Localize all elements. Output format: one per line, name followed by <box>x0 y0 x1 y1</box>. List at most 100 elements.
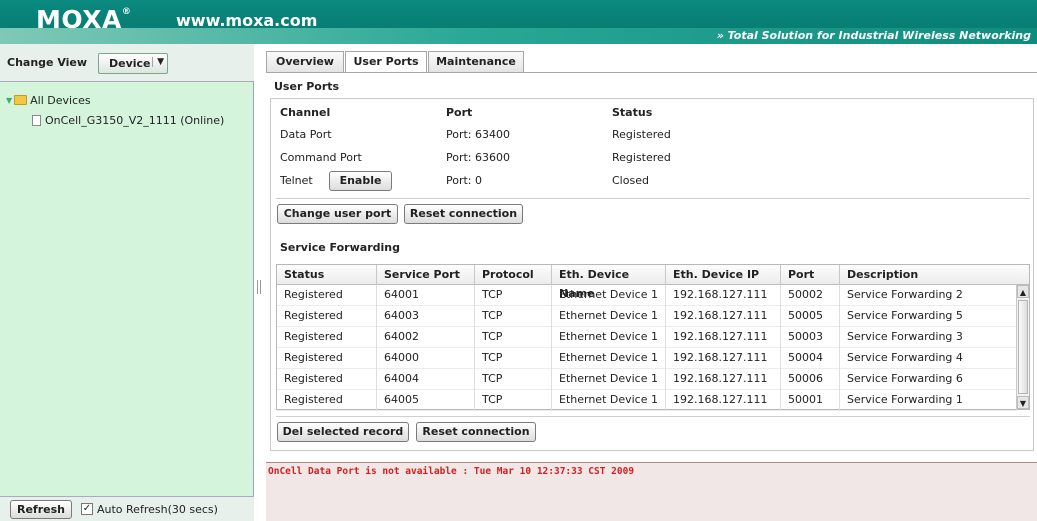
cell-protocol: TCP <box>475 348 552 369</box>
tree-node-device[interactable]: OnCell_G3150_V2_1111 (Online) <box>6 110 224 130</box>
user-ports-title: User Ports <box>274 80 340 93</box>
registered-mark: ® <box>121 7 132 17</box>
cell-device-name: Ethernet Device 1 <box>552 327 666 348</box>
cell-port: 50002 <box>781 285 840 306</box>
service-forwarding-grid: Status Service Port Protocol Eth. Device… <box>276 264 1030 411</box>
grid-header-status[interactable]: Status <box>277 265 377 285</box>
tab-overview[interactable]: Overview <box>266 51 344 72</box>
change-view-label: Change View <box>7 56 88 69</box>
reset-connection-forwarding-button[interactable]: Reset connection <box>416 422 536 442</box>
device-sidebar: Change View Device ▼ ▼ All Devices OnCel… <box>0 44 254 521</box>
cell-port: 50005 <box>781 306 840 327</box>
cell-device-ip: 192.168.127.111 <box>666 390 781 411</box>
channel-command-port: Command Port <box>280 151 362 164</box>
port-data-port: Port: 63400 <box>446 128 511 141</box>
website-url: www.moxa.com <box>176 11 318 30</box>
grid-header-device-name[interactable]: Eth. Device Name <box>552 265 666 300</box>
cell-service-port: 64001 <box>377 285 475 306</box>
table-row[interactable]: Registered 64005 TCP Ethernet Device 1 192.1… <box>277 390 1017 411</box>
tab-user-ports[interactable]: User Ports <box>345 51 427 73</box>
scroll-thumb[interactable] <box>1018 300 1028 394</box>
port-telnet: Port: 0 <box>446 174 483 187</box>
tab-maintenance[interactable]: Maintenance <box>428 51 524 72</box>
cell-protocol: TCP <box>475 327 552 348</box>
cell-protocol: TCP <box>475 285 552 306</box>
cell-description: Service Forwarding 1 <box>840 390 1017 411</box>
cell-description: Service Forwarding 6 <box>840 369 1017 390</box>
col-header-port: Port <box>446 106 473 119</box>
port-command-port: Port: 63600 <box>446 151 511 164</box>
service-forwarding-title: Service Forwarding <box>280 241 400 254</box>
col-header-channel: Channel <box>280 106 331 119</box>
cell-service-port: 64004 <box>377 369 475 390</box>
cell-protocol: TCP <box>475 306 552 327</box>
status-telnet: Closed <box>612 174 649 187</box>
log-message: OnCell Data Port is not available : Tue … <box>268 466 635 477</box>
cell-device-ip: 192.168.127.111 <box>666 285 781 306</box>
cell-port: 50006 <box>781 369 840 390</box>
cell-service-port: 64002 <box>377 327 475 348</box>
tree-node-label: OnCell_G3150_V2_1111 (Online) <box>45 113 225 127</box>
table-row[interactable]: Registered 64001 TCP Ethernet Device 1 192.1… <box>277 285 1017 306</box>
log-panel: OnCell Data Port is not available : Tue … <box>266 462 1037 521</box>
auto-refresh-checkbox[interactable]: ✓ <box>81 503 93 515</box>
scroll-down-arrow-icon[interactable]: ▼ <box>1017 396 1029 409</box>
status-command-port: Registered <box>612 151 671 164</box>
channel-telnet: Telnet <box>280 174 313 187</box>
cell-device-name: Ethernet Device 1 <box>552 348 666 369</box>
grid-header-service-port[interactable]: Service Port <box>377 265 475 285</box>
channel-data-port: Data Port <box>280 128 332 141</box>
tree-node-label: All Devices <box>30 93 91 107</box>
cell-description: Service Forwarding 3 <box>840 327 1017 348</box>
moxa-logo: MOXA® <box>36 5 131 34</box>
col-header-status: Status <box>612 106 653 119</box>
cell-service-port: 64005 <box>377 390 475 411</box>
panel-splitter-handle[interactable] <box>257 280 261 294</box>
grid-header: Status Service Port Protocol Eth. Device… <box>277 265 1017 300</box>
table-row[interactable]: Registered 64003 TCP Ethernet Device 1 192.1… <box>277 306 1017 327</box>
view-select-value: Device <box>109 57 151 70</box>
cell-port: 50003 <box>781 327 840 348</box>
cell-service-port: 64003 <box>377 306 475 327</box>
cell-status: Registered <box>277 306 377 327</box>
divider <box>276 416 1030 417</box>
change-view-bar: Change View Device ▼ <box>0 44 254 82</box>
refresh-bar: Refresh ✓ Auto Refresh(30 secs) <box>0 496 254 521</box>
tree-node-all-devices[interactable]: ▼ All Devices <box>6 90 224 110</box>
grid-header-port[interactable]: Port <box>781 265 840 285</box>
cell-device-name: Ethernet Device 1 <box>552 285 666 306</box>
grid-header-protocol[interactable]: Protocol <box>475 265 552 285</box>
cell-status: Registered <box>277 285 377 306</box>
cell-description: Service Forwarding 2 <box>840 285 1017 306</box>
scroll-up-arrow-icon[interactable]: ▲ <box>1017 285 1029 298</box>
del-selected-record-button[interactable]: Del selected record <box>277 422 409 442</box>
grid-header-device-ip[interactable]: Eth. Device IP <box>666 265 781 285</box>
telnet-enable-button[interactable]: Enable <box>329 171 392 191</box>
table-row[interactable]: Registered 64002 TCP Ethernet Device 1 192.1… <box>277 327 1017 348</box>
cell-device-ip: 192.168.127.111 <box>666 348 781 369</box>
cell-protocol: TCP <box>475 369 552 390</box>
change-user-port-button[interactable]: Change user port <box>277 204 398 224</box>
cell-protocol: TCP <box>475 390 552 411</box>
cell-status: Registered <box>277 327 377 348</box>
cell-device-name: Ethernet Device 1 <box>552 390 666 411</box>
cell-status: Registered <box>277 390 377 411</box>
cell-device-name: Ethernet Device 1 <box>552 369 666 390</box>
expand-triangle-icon[interactable]: ▼ <box>6 96 12 105</box>
app-header: MOXA® www.moxa.com » Total Solution for … <box>0 0 1037 44</box>
cell-port: 50001 <box>781 390 840 411</box>
grid-header-corner <box>1015 265 1029 285</box>
table-row[interactable]: Registered 64004 TCP Ethernet Device 1 192.1… <box>277 369 1017 390</box>
cell-device-ip: 192.168.127.111 <box>666 327 781 348</box>
table-row[interactable]: Registered 64000 TCP Ethernet Device 1 192.1… <box>277 348 1017 369</box>
view-select[interactable]: Device ▼ <box>98 53 168 74</box>
cell-device-ip: 192.168.127.111 <box>666 306 781 327</box>
grid-header-description[interactable]: Description <box>840 265 1017 285</box>
device-tree: ▼ All Devices OnCell_G3150_V2_1111 (Onli… <box>6 90 224 130</box>
document-icon <box>32 114 41 126</box>
reset-connection-button[interactable]: Reset connection <box>404 204 523 224</box>
refresh-button[interactable]: Refresh <box>10 500 72 519</box>
status-data-port: Registered <box>612 128 671 141</box>
grid-vertical-scrollbar[interactable]: ▲ ▼ <box>1016 285 1029 409</box>
cell-description: Service Forwarding 5 <box>840 306 1017 327</box>
